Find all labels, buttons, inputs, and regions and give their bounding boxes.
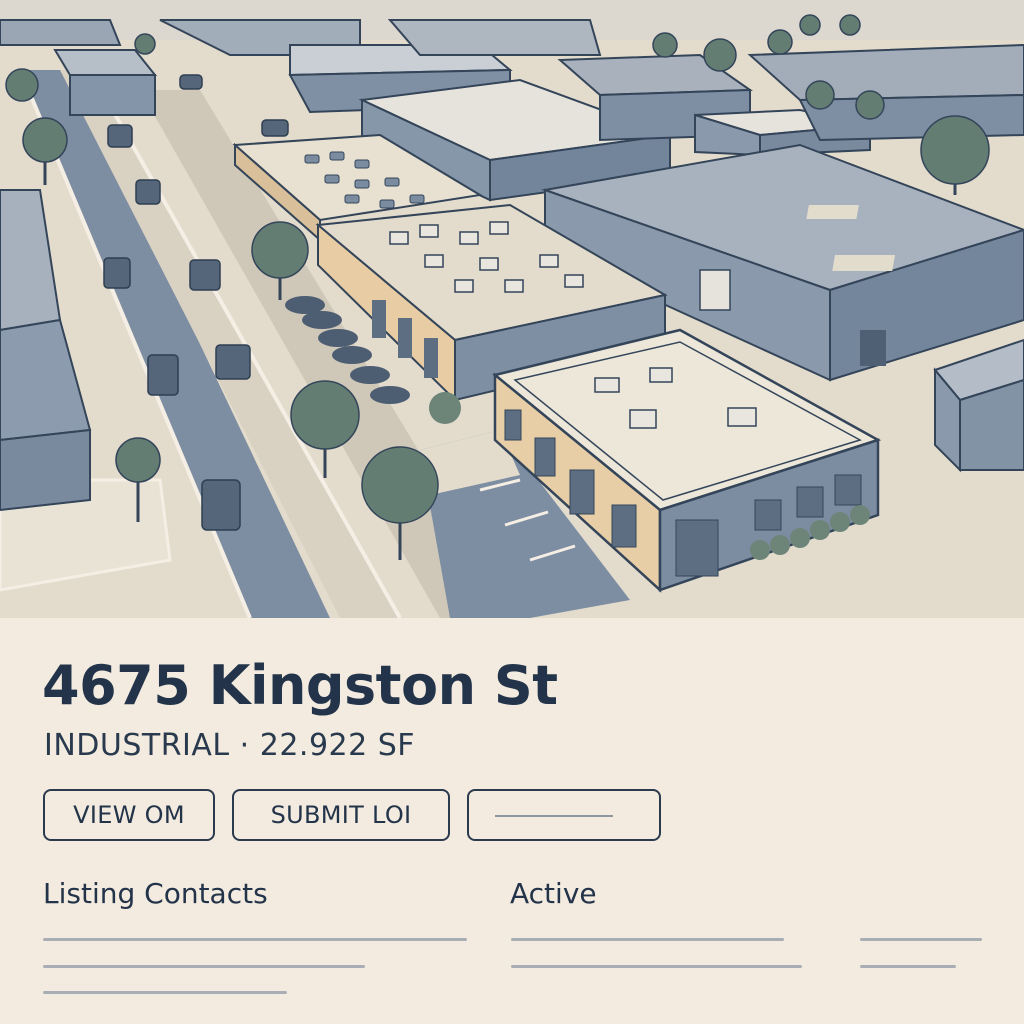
- property-hero-image: [0, 0, 1024, 618]
- contacts-placeholder-line: [43, 965, 365, 968]
- submit-loi-button[interactable]: SUBMIT LOI: [232, 789, 450, 841]
- listing-info-panel: 4675 Kingston St INDUSTRIAL · 22.922 SF …: [0, 618, 1024, 1024]
- status-placeholder-line: [860, 965, 956, 968]
- status-placeholder-line: [860, 938, 982, 941]
- aerial-illustration: [0, 0, 1024, 618]
- contacts-placeholder-line: [43, 938, 467, 941]
- view-om-button[interactable]: VIEW OM: [43, 789, 215, 841]
- listing-subtitle: INDUSTRIAL · 22.922 SF: [44, 728, 416, 763]
- status-placeholder-line: [511, 965, 802, 968]
- status-heading: Active: [510, 877, 597, 910]
- listing-address-title: 4675 Kingston St: [42, 654, 558, 717]
- listing-contacts-heading: Listing Contacts: [43, 877, 268, 910]
- contacts-placeholder-line: [43, 991, 287, 994]
- placeholder-line: [495, 815, 613, 817]
- status-placeholder-line: [511, 938, 784, 941]
- placeholder-button[interactable]: [467, 789, 661, 841]
